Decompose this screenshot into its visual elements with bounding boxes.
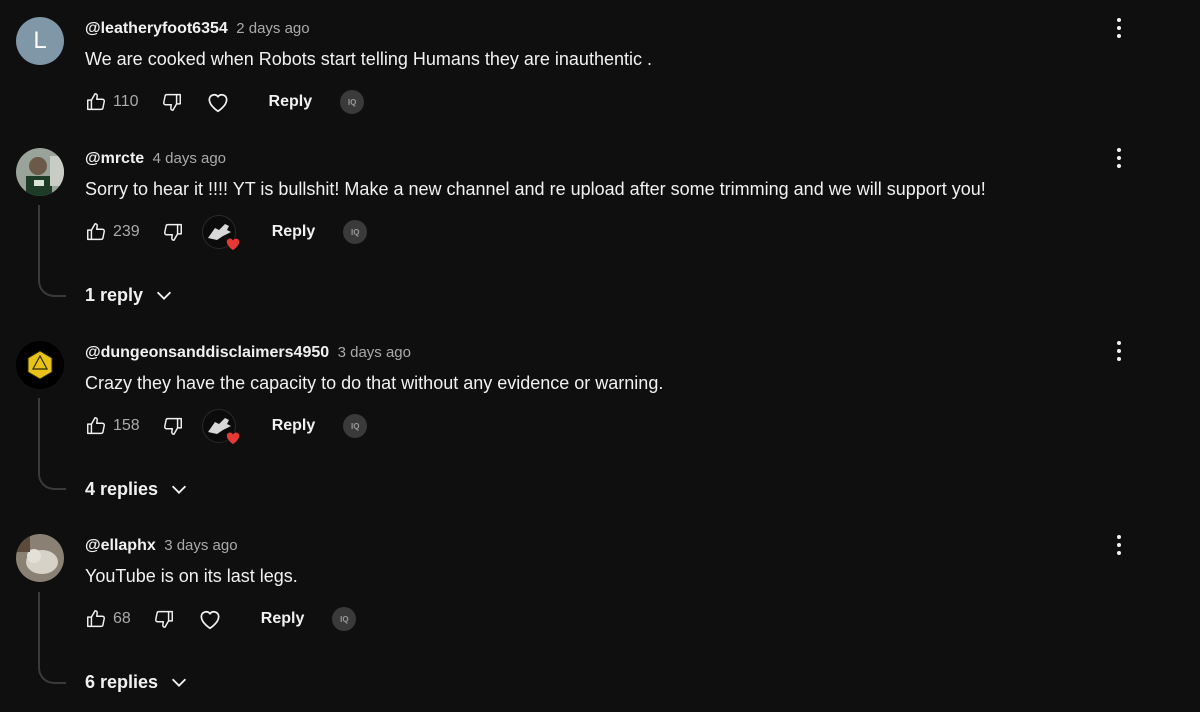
comment-text: YouTube is on its last legs.: [85, 566, 298, 586]
action-bar: 239 Reply IQ: [85, 215, 368, 252]
avatar[interactable]: [16, 341, 64, 389]
like-button[interactable]: [85, 415, 107, 437]
dislike-button[interactable]: [161, 91, 183, 113]
comment-text: Sorry to hear it !!!! YT is bullshit! Ma…: [85, 179, 986, 199]
thumbs-up-icon: [87, 417, 105, 435]
thumbs-up-icon: [87, 93, 105, 111]
more-actions-button[interactable]: [1110, 530, 1128, 560]
timestamp[interactable]: 3 days ago: [164, 537, 237, 554]
like-button[interactable]: [85, 221, 107, 243]
reply-button[interactable]: Reply: [269, 93, 313, 111]
comment-text: Crazy they have the capacity to do that …: [85, 373, 664, 393]
timestamp[interactable]: 4 days ago: [153, 150, 226, 167]
thumbs-down-icon: [154, 610, 173, 628]
creator-heart-badge[interactable]: [201, 409, 241, 446]
reply-button[interactable]: Reply: [272, 223, 316, 241]
replies-toggle-button[interactable]: 4 replies: [85, 478, 190, 500]
dislike-button[interactable]: [162, 221, 184, 243]
like-count: 239: [113, 223, 140, 240]
thumbs-up-icon: [87, 223, 105, 241]
thumbs-down-icon: [163, 223, 182, 241]
timestamp[interactable]: 3 days ago: [338, 344, 411, 361]
heart-button[interactable]: [205, 89, 231, 115]
comment-header: @ellaphx 3 days ago: [85, 537, 238, 555]
heart-icon: [200, 610, 220, 630]
creator-heart-badge[interactable]: [201, 215, 241, 252]
more-actions-button[interactable]: [1110, 336, 1128, 366]
comment-header: @dungeonsanddisclaimers4950 3 days ago: [85, 344, 411, 362]
like-count: 158: [113, 417, 140, 434]
avatar[interactable]: [16, 148, 64, 196]
dislike-button[interactable]: [162, 415, 184, 437]
author-name[interactable]: @dungeonsanddisclaimers4950: [85, 344, 329, 361]
comment-text: We are cooked when Robots start telling …: [85, 49, 652, 69]
author-name[interactable]: @leatheryfoot6354: [85, 20, 228, 37]
action-bar: 68 Reply IQ: [85, 603, 357, 635]
thumbs-down-icon: [163, 417, 182, 435]
like-button[interactable]: [85, 91, 107, 113]
avatar[interactable]: L: [16, 17, 64, 65]
author-name[interactable]: @mrcte: [85, 150, 144, 167]
iq-extension-icon[interactable]: IQ: [343, 414, 368, 438]
replies-count-label: 1 reply: [85, 284, 144, 305]
more-actions-button[interactable]: [1110, 143, 1128, 173]
iq-extension-icon[interactable]: IQ: [343, 220, 368, 244]
thread-line: [38, 398, 66, 490]
reply-button[interactable]: Reply: [261, 610, 305, 628]
reply-button[interactable]: Reply: [272, 417, 316, 435]
avatar[interactable]: [16, 534, 64, 582]
author-name[interactable]: @ellaphx: [85, 537, 156, 554]
chevron-down-icon: [171, 485, 187, 494]
dislike-button[interactable]: [153, 608, 175, 630]
comment-header: @mrcte 4 days ago: [85, 150, 226, 168]
timestamp[interactable]: 2 days ago: [236, 20, 309, 37]
replies-toggle-button[interactable]: 1 reply: [85, 284, 175, 306]
replies-toggle-button[interactable]: 6 replies: [85, 671, 190, 693]
avatar-image: [16, 341, 64, 389]
heart-filled-icon: [225, 237, 241, 252]
like-count: 110: [113, 93, 139, 110]
like-count: 68: [113, 610, 131, 627]
avatar-image: [16, 148, 64, 196]
action-bar: 158 Reply IQ: [85, 409, 368, 446]
thread-line: [38, 592, 66, 684]
iq-extension-icon[interactable]: IQ: [332, 607, 357, 631]
like-button[interactable]: [85, 608, 107, 630]
heart-filled-icon: [225, 431, 241, 446]
thumbs-down-icon: [162, 93, 181, 111]
heart-button[interactable]: [197, 606, 223, 632]
heart-icon: [207, 93, 228, 113]
chevron-down-icon: [171, 678, 187, 687]
avatar-image: [16, 534, 64, 582]
action-bar: 110 Reply IQ: [85, 86, 365, 118]
thread-line: [38, 205, 66, 297]
iq-extension-icon[interactable]: IQ: [340, 90, 365, 114]
replies-count-label: 6 replies: [85, 671, 159, 692]
thumbs-up-icon: [87, 610, 105, 628]
more-actions-button[interactable]: [1110, 13, 1128, 43]
comment-header: @leatheryfoot6354 2 days ago: [85, 20, 310, 38]
replies-count-label: 4 replies: [85, 478, 159, 499]
chevron-down-icon: [156, 291, 172, 300]
